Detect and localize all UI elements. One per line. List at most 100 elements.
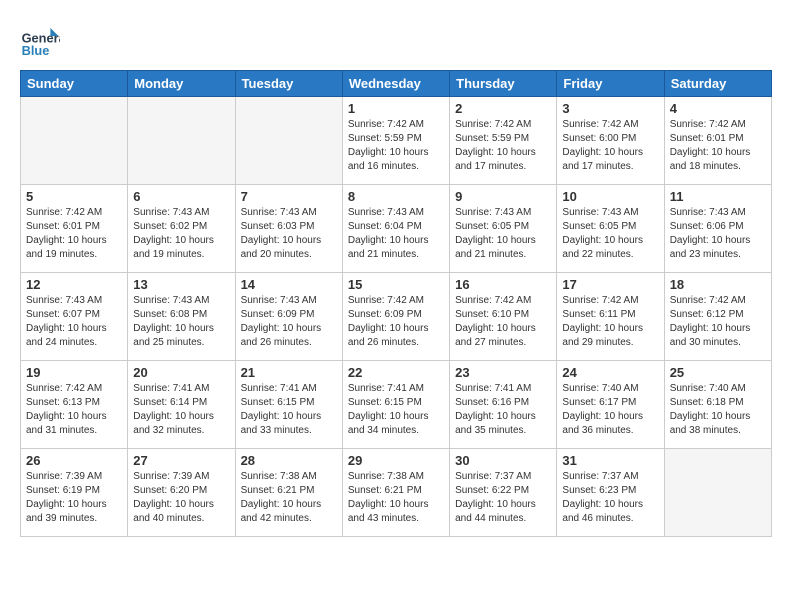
week-row-1: 1 Sunrise: 7:42 AMSunset: 5:59 PMDaylight… [21, 97, 772, 185]
day-info: Sunrise: 7:40 AMSunset: 6:18 PMDaylight:… [670, 382, 766, 438]
day-info: Sunrise: 7:42 AMSunset: 6:12 PMDaylight:… [670, 294, 766, 350]
day-info: Sunrise: 7:42 AMSunset: 6:13 PMDaylight:… [26, 382, 122, 438]
calendar-cell [21, 97, 128, 185]
day-info: Sunrise: 7:42 AMSunset: 6:09 PMDaylight:… [348, 294, 444, 350]
weekday-header-wednesday: Wednesday [342, 71, 449, 97]
day-number: 30 [455, 453, 551, 468]
day-info: Sunrise: 7:39 AMSunset: 6:20 PMDaylight:… [133, 470, 229, 526]
calendar-cell: 25 Sunrise: 7:40 AMSunset: 6:18 PMDayligh… [664, 361, 771, 449]
day-number: 25 [670, 365, 766, 380]
calendar-cell: 28 Sunrise: 7:38 AMSunset: 6:21 PMDayligh… [235, 449, 342, 537]
day-number: 13 [133, 277, 229, 292]
day-info: Sunrise: 7:43 AMSunset: 6:07 PMDaylight:… [26, 294, 122, 350]
day-number: 20 [133, 365, 229, 380]
day-number: 14 [241, 277, 337, 292]
calendar-cell: 31Sunrise: 7:37 AMSunset: 6:23 PMDayligh… [557, 449, 664, 537]
day-number: 3 [562, 101, 658, 116]
calendar-table: SundayMondayTuesdayWednesdayThursdayFrid… [20, 70, 772, 537]
day-number: 17 [562, 277, 658, 292]
day-number: 8 [348, 189, 444, 204]
day-number: 16 [455, 277, 551, 292]
calendar-cell: 14 Sunrise: 7:43 AMSunset: 6:09 PMDayligh… [235, 273, 342, 361]
calendar-cell: 26Sunrise: 7:39 AMSunset: 6:19 PMDayligh… [21, 449, 128, 537]
calendar-cell: 3 Sunrise: 7:42 AMSunset: 6:00 PMDaylight… [557, 97, 664, 185]
day-info: Sunrise: 7:42 AMSunset: 5:59 PMDaylight:… [348, 118, 444, 174]
day-info: Sunrise: 7:41 AMSunset: 6:15 PMDaylight:… [348, 382, 444, 438]
calendar-cell: 4 Sunrise: 7:42 AMSunset: 6:01 PMDaylight… [664, 97, 771, 185]
day-info: Sunrise: 7:42 AMSunset: 6:10 PMDaylight:… [455, 294, 551, 350]
calendar-cell [664, 449, 771, 537]
calendar-cell: 17 Sunrise: 7:42 AMSunset: 6:11 PMDayligh… [557, 273, 664, 361]
day-number: 29 [348, 453, 444, 468]
calendar-cell: 19 Sunrise: 7:42 AMSunset: 6:13 PMDayligh… [21, 361, 128, 449]
day-info: Sunrise: 7:43 AMSunset: 6:09 PMDaylight:… [241, 294, 337, 350]
day-number: 12 [26, 277, 122, 292]
day-info: Sunrise: 7:43 AMSunset: 6:04 PMDaylight:… [348, 206, 444, 262]
calendar-cell: 2Sunrise: 7:42 AMSunset: 5:59 PMDaylight… [450, 97, 557, 185]
weekday-header-saturday: Saturday [664, 71, 771, 97]
day-info: Sunrise: 7:37 AMSunset: 6:22 PMDaylight:… [455, 470, 551, 526]
weekday-header-thursday: Thursday [450, 71, 557, 97]
day-info: Sunrise: 7:42 AMSunset: 6:01 PMDaylight:… [26, 206, 122, 262]
calendar-cell: 12 Sunrise: 7:43 AMSunset: 6:07 PMDayligh… [21, 273, 128, 361]
day-number: 1 [348, 101, 444, 116]
calendar-cell: 21Sunrise: 7:41 AMSunset: 6:15 PMDayligh… [235, 361, 342, 449]
day-info: Sunrise: 7:42 AMSunset: 5:59 PMDaylight:… [455, 118, 551, 174]
day-info: Sunrise: 7:41 AMSunset: 6:16 PMDaylight:… [455, 382, 551, 438]
day-number: 27 [133, 453, 229, 468]
day-number: 7 [241, 189, 337, 204]
weekday-header-tuesday: Tuesday [235, 71, 342, 97]
calendar-cell: 16 Sunrise: 7:42 AMSunset: 6:10 PMDayligh… [450, 273, 557, 361]
week-row-5: 26Sunrise: 7:39 AMSunset: 6:19 PMDayligh… [21, 449, 772, 537]
day-number: 4 [670, 101, 766, 116]
day-info: Sunrise: 7:43 AMSunset: 6:02 PMDaylight:… [133, 206, 229, 262]
day-number: 28 [241, 453, 337, 468]
day-info: Sunrise: 7:38 AMSunset: 6:21 PMDaylight:… [241, 470, 337, 526]
calendar-cell: 1 Sunrise: 7:42 AMSunset: 5:59 PMDaylight… [342, 97, 449, 185]
weekday-header-row: SundayMondayTuesdayWednesdayThursdayFrid… [21, 71, 772, 97]
day-info: Sunrise: 7:43 AMSunset: 6:03 PMDaylight:… [241, 206, 337, 262]
calendar-cell: 23 Sunrise: 7:41 AMSunset: 6:16 PMDayligh… [450, 361, 557, 449]
calendar-cell: 6 Sunrise: 7:43 AMSunset: 6:02 PMDaylight… [128, 185, 235, 273]
calendar-cell [128, 97, 235, 185]
calendar-cell: 11Sunrise: 7:43 AMSunset: 6:06 PMDayligh… [664, 185, 771, 273]
weekday-header-sunday: Sunday [21, 71, 128, 97]
calendar-cell: 5 Sunrise: 7:42 AMSunset: 6:01 PMDaylight… [21, 185, 128, 273]
day-number: 24 [562, 365, 658, 380]
calendar-cell: 7 Sunrise: 7:43 AMSunset: 6:03 PMDaylight… [235, 185, 342, 273]
day-number: 10 [562, 189, 658, 204]
day-info: Sunrise: 7:42 AMSunset: 6:11 PMDaylight:… [562, 294, 658, 350]
logo: General Blue [20, 20, 64, 60]
day-number: 23 [455, 365, 551, 380]
calendar-cell [235, 97, 342, 185]
calendar-cell: 15Sunrise: 7:42 AMSunset: 6:09 PMDayligh… [342, 273, 449, 361]
day-info: Sunrise: 7:41 AMSunset: 6:15 PMDaylight:… [241, 382, 337, 438]
day-info: Sunrise: 7:43 AMSunset: 6:06 PMDaylight:… [670, 206, 766, 262]
calendar-cell: 9 Sunrise: 7:43 AMSunset: 6:05 PMDaylight… [450, 185, 557, 273]
day-info: Sunrise: 7:38 AMSunset: 6:21 PMDaylight:… [348, 470, 444, 526]
day-info: Sunrise: 7:40 AMSunset: 6:17 PMDaylight:… [562, 382, 658, 438]
week-row-2: 5 Sunrise: 7:42 AMSunset: 6:01 PMDaylight… [21, 185, 772, 273]
week-row-4: 19 Sunrise: 7:42 AMSunset: 6:13 PMDayligh… [21, 361, 772, 449]
day-number: 6 [133, 189, 229, 204]
calendar-cell: 24 Sunrise: 7:40 AMSunset: 6:17 PMDayligh… [557, 361, 664, 449]
calendar-cell: 18 Sunrise: 7:42 AMSunset: 6:12 PMDayligh… [664, 273, 771, 361]
svg-text:Blue: Blue [22, 43, 50, 58]
day-number: 18 [670, 277, 766, 292]
calendar-cell: 13Sunrise: 7:43 AMSunset: 6:08 PMDayligh… [128, 273, 235, 361]
calendar-cell: 10Sunrise: 7:43 AMSunset: 6:05 PMDayligh… [557, 185, 664, 273]
weekday-header-monday: Monday [128, 71, 235, 97]
calendar-cell: 27 Sunrise: 7:39 AMSunset: 6:20 PMDayligh… [128, 449, 235, 537]
week-row-3: 12 Sunrise: 7:43 AMSunset: 6:07 PMDayligh… [21, 273, 772, 361]
page-header: General Blue [20, 20, 772, 60]
calendar-cell: 8 Sunrise: 7:43 AMSunset: 6:04 PMDaylight… [342, 185, 449, 273]
day-number: 19 [26, 365, 122, 380]
day-info: Sunrise: 7:42 AMSunset: 6:00 PMDaylight:… [562, 118, 658, 174]
calendar-cell: 20Sunrise: 7:41 AMSunset: 6:14 PMDayligh… [128, 361, 235, 449]
day-number: 5 [26, 189, 122, 204]
day-info: Sunrise: 7:42 AMSunset: 6:01 PMDaylight:… [670, 118, 766, 174]
logo-icon: General Blue [20, 20, 60, 60]
day-number: 9 [455, 189, 551, 204]
day-info: Sunrise: 7:43 AMSunset: 6:05 PMDaylight:… [455, 206, 551, 262]
day-number: 26 [26, 453, 122, 468]
